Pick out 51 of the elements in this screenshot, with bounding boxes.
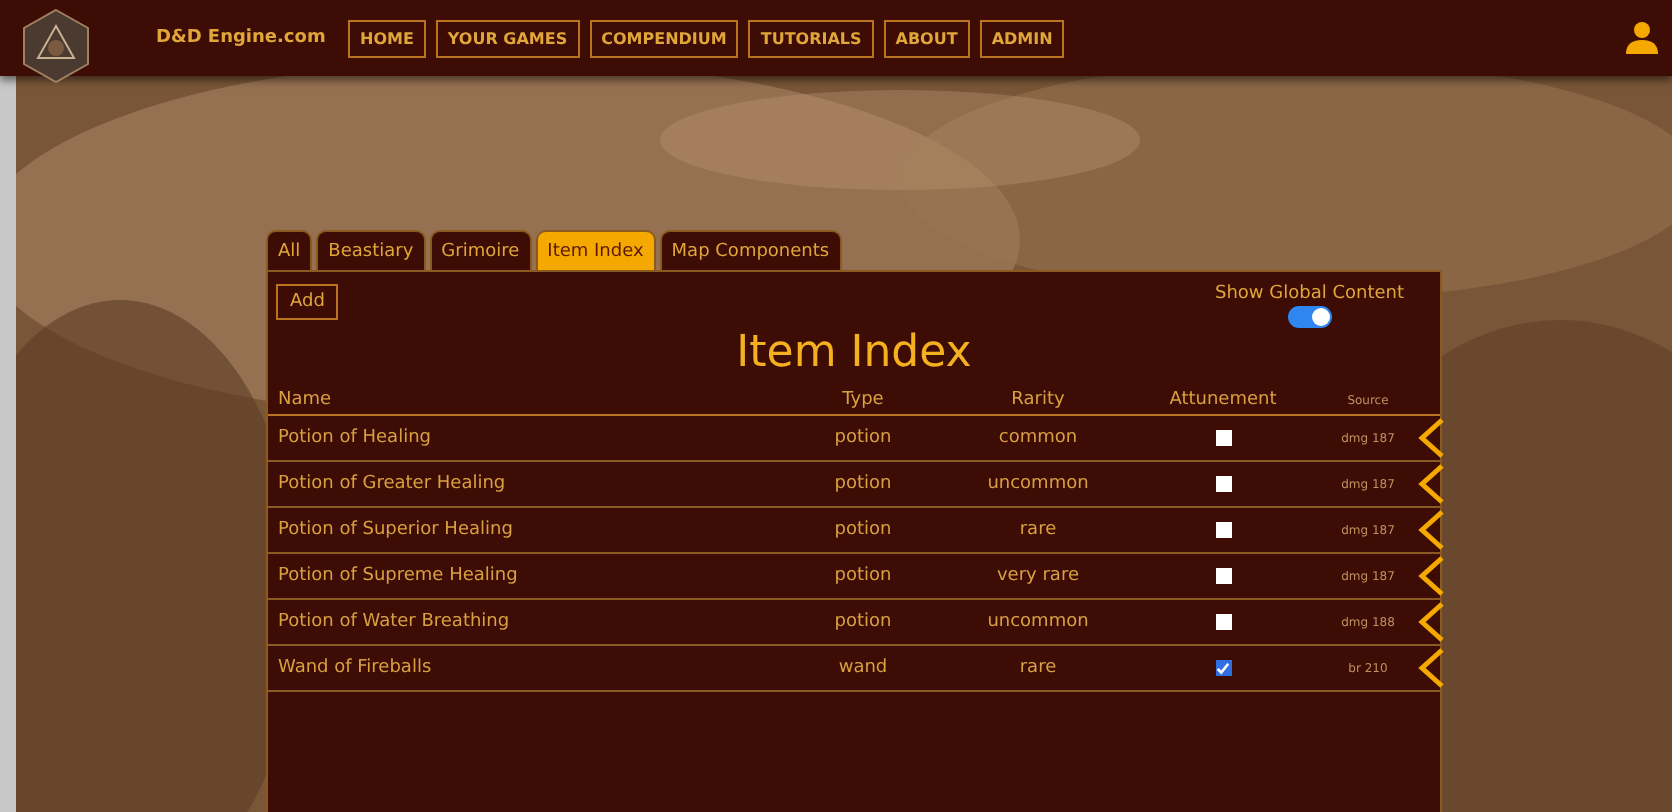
table-cell-text: Wand of Fireballs — [278, 658, 434, 678]
tab[interactable]: Item Index — [535, 230, 656, 270]
site-name[interactable]: D&D Engine.com — [156, 28, 348, 48]
tab[interactable]: All — [266, 230, 313, 270]
page-title: Item Index — [734, 328, 974, 378]
column-header: Type — [840, 390, 886, 410]
nav-link[interactable]: HOME — [348, 19, 426, 57]
nav-link[interactable]: TUTORIALS — [748, 19, 874, 57]
nav-link[interactable]: ADMIN — [979, 19, 1065, 57]
table-cell-text: Potion of Supreme Healing — [278, 566, 520, 586]
chevron-left-icon[interactable] — [1418, 510, 1446, 550]
chevron-left-icon[interactable] — [1418, 418, 1446, 458]
chevron-left-icon[interactable] — [1418, 556, 1446, 596]
table-cell-text: wand — [836, 658, 890, 678]
toggle-switch[interactable] — [1287, 306, 1332, 328]
nav-link[interactable]: ABOUT — [883, 19, 970, 57]
tab[interactable]: Grimoire — [429, 230, 532, 270]
table-cell-text: common — [996, 428, 1080, 448]
tab[interactable]: Map Components — [659, 230, 842, 270]
table-cell-text: rare — [1017, 520, 1059, 540]
user-icon[interactable] — [1624, 20, 1660, 56]
checkbox[interactable] — [1215, 476, 1231, 492]
table-cell-text: potion — [832, 474, 894, 494]
table-cell-text: Potion of Healing — [278, 428, 433, 448]
nav-link[interactable]: COMPENDIUM — [589, 19, 739, 57]
checkbox[interactable] — [1215, 614, 1231, 630]
tab[interactable]: Beastiary — [316, 230, 426, 270]
chevron-left-icon[interactable] — [1418, 648, 1446, 688]
checkbox[interactable] — [1215, 568, 1231, 584]
checkbox[interactable] — [1215, 430, 1231, 446]
table-cell-text: potion — [832, 612, 894, 632]
nav-link[interactable]: YOUR GAMES — [435, 19, 580, 57]
checkbox[interactable] — [1215, 660, 1231, 676]
checkbox[interactable] — [1215, 522, 1231, 538]
table-cell-text: potion — [832, 520, 894, 540]
table-cell-text: Potion of Water Breathing — [278, 612, 512, 632]
column-header: Attunement — [1167, 390, 1279, 410]
add-button[interactable]: Add — [276, 284, 339, 320]
column-header: Name — [278, 390, 334, 410]
table-cell-text: rare — [1017, 658, 1059, 678]
chevron-left-icon[interactable] — [1418, 464, 1446, 504]
chevron-left-icon[interactable] — [1418, 602, 1446, 642]
table-cell-text: Potion of Superior Healing — [278, 520, 515, 540]
table-cell-text: very rare — [994, 566, 1081, 586]
column-header: Rarity — [1009, 390, 1067, 410]
table-cell-text: potion — [832, 428, 894, 448]
table-cell-text: potion — [832, 566, 894, 586]
table-cell-text: uncommon — [985, 474, 1091, 494]
toggle-label: Show Global Content — [1214, 284, 1404, 304]
table-cell-text: Potion of Greater Healing — [278, 474, 508, 494]
table-cell-text: uncommon — [985, 612, 1091, 632]
